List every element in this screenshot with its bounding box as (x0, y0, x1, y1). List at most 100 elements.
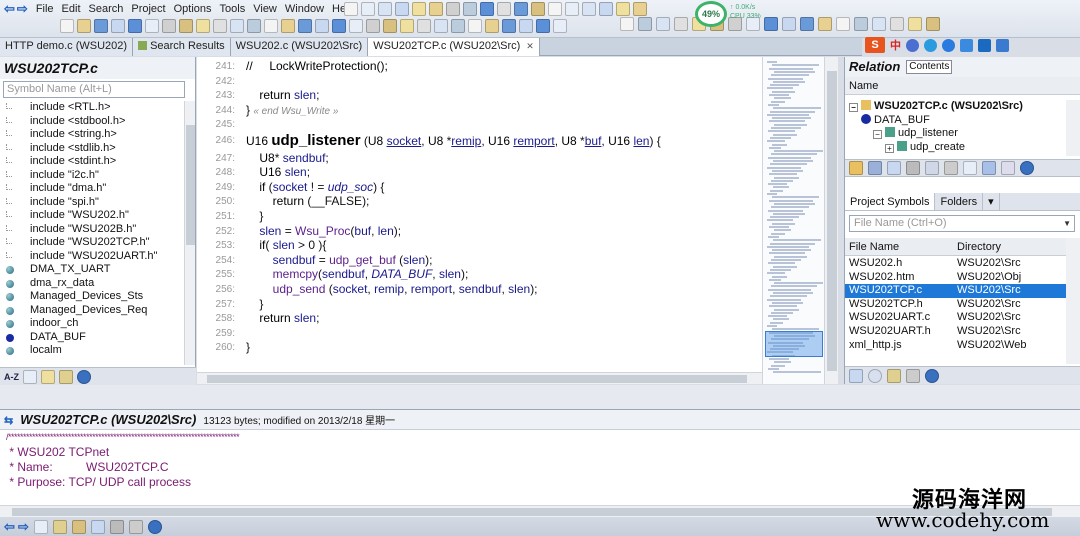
toolbar-icon[interactable] (502, 19, 516, 33)
list-view-icon[interactable] (23, 369, 37, 384)
relation-scrollbar[interactable] (1066, 100, 1080, 156)
context-gear-icon[interactable] (147, 519, 162, 534)
file-tab[interactable]: HTTP demo.c (WSU202) (0, 38, 134, 56)
toolbar-icon[interactable] (656, 17, 670, 31)
symbol-list-item[interactable]: indoor_ch (0, 317, 185, 331)
file-list-column-header[interactable]: File Name (845, 238, 953, 255)
symbol-list-item[interactable]: localm (0, 344, 185, 358)
symbol-list-item[interactable]: include "WSU202B.h" (0, 223, 185, 237)
symbol-list-item[interactable]: include <stdlib.h> (0, 142, 185, 156)
toolbar-icon[interactable] (854, 17, 868, 31)
file-list-row[interactable]: WSU202.h WSU202\Src (845, 257, 1067, 271)
toolbar-icon[interactable] (800, 17, 814, 31)
toolbar-icon[interactable] (908, 17, 922, 31)
toolbar-icon[interactable] (77, 19, 91, 33)
menu-project[interactable]: Project (127, 3, 169, 15)
toolbar-icon[interactable] (519, 19, 533, 33)
file-name-search-input[interactable]: File Name (Ctrl+O) ▼ (849, 215, 1075, 232)
toolbar-icon[interactable] (264, 19, 278, 33)
moon-icon[interactable] (906, 38, 919, 52)
toolbar-icon[interactable] (818, 17, 832, 31)
symbol-list-item[interactable]: dma_rx_data (0, 277, 185, 291)
keyboard-icon[interactable] (960, 38, 973, 52)
toolbar-icon[interactable] (599, 2, 613, 16)
toolbar-icon[interactable] (514, 2, 528, 16)
sogou-logo-icon[interactable]: S (865, 37, 885, 53)
relation-tree-item[interactable]: + udp_create (845, 140, 1067, 155)
chevron-down-icon[interactable]: ▼ (1063, 216, 1071, 231)
toolbar-icon[interactable] (94, 19, 108, 33)
project-tab[interactable]: Folders (935, 193, 984, 210)
symbol-list-item[interactable]: include <string.h> (0, 128, 185, 142)
relation-tree-icon[interactable] (868, 161, 882, 175)
tabs-dropdown-icon[interactable]: ▾ (983, 193, 1000, 210)
collapse-icon[interactable]: − (849, 103, 858, 112)
layout-icon[interactable] (944, 161, 958, 175)
file-list-row[interactable]: WSU202TCP.c WSU202\Src (845, 284, 1067, 298)
toolbar-icon[interactable] (536, 19, 550, 33)
close-tab-icon[interactable]: ✕ (526, 41, 534, 51)
toolbar-icon[interactable] (395, 2, 409, 16)
context-print-icon[interactable] (128, 519, 143, 534)
shirt-icon[interactable] (978, 38, 991, 52)
relation-tree-item[interactable]: − WSU202TCP.c (WSU202\Src) (845, 100, 1067, 114)
toolbar-icon[interactable] (485, 19, 499, 33)
symbol-list-item[interactable]: include "WSU202TCP.h" (0, 236, 185, 250)
print-icon[interactable] (906, 368, 920, 383)
context-forward-icon[interactable]: ⇨ (18, 519, 29, 534)
toolbar-icon[interactable] (446, 2, 460, 16)
toolbar-icon[interactable] (548, 2, 562, 16)
toolbar-icon[interactable] (366, 19, 380, 33)
toolbar-icon[interactable] (497, 2, 511, 16)
file-list-row[interactable]: xml_http.js WSU202\Web (845, 339, 1067, 353)
symbol-list-item[interactable]: include "dma.h" (0, 182, 185, 196)
symbol-list-item[interactable]: include "WSU202UART.h" (0, 250, 185, 264)
smiley-icon[interactable] (924, 38, 937, 52)
toolbar-icon[interactable] (247, 19, 261, 33)
toolbar-icon[interactable] (926, 17, 940, 31)
context-code[interactable]: /***************************************… (0, 430, 1080, 490)
symbol-scrollbar[interactable] (184, 101, 195, 365)
symbol-list-item[interactable]: Managed_Devices_Req (0, 304, 185, 318)
file-list-row[interactable]: WSU202UART.c WSU202\Src (845, 311, 1067, 325)
context-book-icon[interactable] (52, 519, 67, 534)
sync-icon[interactable] (925, 161, 939, 175)
file-list-scrollbar[interactable] (1066, 238, 1080, 364)
toolbar-icon[interactable] (463, 2, 477, 16)
toolbar-icon[interactable] (836, 17, 850, 31)
toolbar-icon[interactable] (111, 19, 125, 33)
grid-icon[interactable] (996, 38, 1009, 52)
pin-icon[interactable]: ⇆ (4, 411, 13, 431)
toolbar-icon[interactable] (145, 19, 159, 33)
performance-gauge[interactable]: 49% (695, 1, 727, 27)
context-lock-icon[interactable] (109, 519, 124, 534)
toolbar-icon[interactable] (162, 19, 176, 33)
project-gear-icon[interactable] (925, 368, 939, 383)
symbol-list-item[interactable]: include "WSU202.h" (0, 209, 185, 223)
menu-file[interactable]: File (32, 3, 58, 15)
relation-folder-icon[interactable] (849, 161, 863, 175)
symbol-list-item[interactable]: include <stdbool.h> (0, 115, 185, 129)
toolbar-icon[interactable] (361, 2, 375, 16)
list-icon[interactable] (963, 161, 977, 175)
refresh-icon[interactable] (849, 368, 863, 383)
toolbar-icon[interactable] (620, 17, 634, 31)
toolbar-icon[interactable] (582, 2, 596, 16)
file-tab[interactable]: WSU202TCP.c (WSU202\Src) ✕ (368, 38, 540, 56)
code-overview-minimap[interactable] (762, 57, 824, 384)
symbol-list-item[interactable]: DATA_BUF (0, 331, 185, 345)
toolbar-icon[interactable] (434, 19, 448, 33)
chinese-mode-toggle[interactable]: 中 (890, 37, 901, 53)
toolbar-icon[interactable] (128, 19, 142, 33)
symbol-list-item[interactable]: include <RTL.h> (0, 101, 185, 115)
symbol-list-item[interactable]: Managed_Devices_Sts (0, 290, 185, 304)
menu-options[interactable]: Options (170, 3, 216, 15)
toolbar-icon[interactable] (553, 19, 567, 33)
file-list-row[interactable]: WSU202TCP.h WSU202\Src (845, 298, 1067, 312)
toolbar-icon[interactable] (616, 2, 630, 16)
toolbar-icon[interactable] (315, 19, 329, 33)
file-tab[interactable]: WSU202.c (WSU202\Src) (230, 38, 369, 56)
toolbar-icon[interactable] (378, 2, 392, 16)
toolbar-icon[interactable] (417, 19, 431, 33)
back-arrow-icon[interactable]: ⇦ (4, 2, 15, 15)
